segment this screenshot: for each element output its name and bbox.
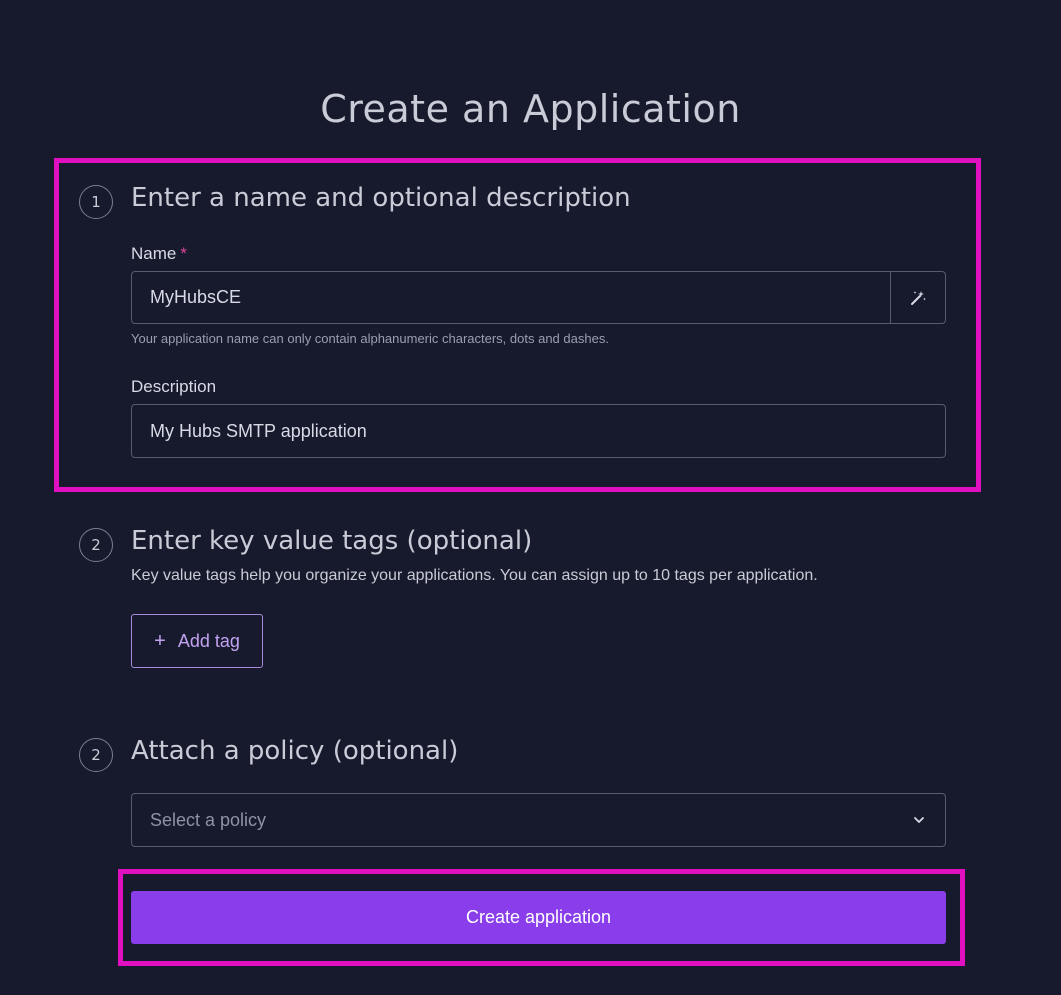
add-tag-label: Add tag <box>177 630 240 651</box>
description-input[interactable]: My Hubs SMTP application <box>131 404 946 458</box>
step1-number-badge: 1 <box>79 185 113 219</box>
chevron-down-icon <box>914 817 924 823</box>
description-field-label: Description <box>131 377 217 396</box>
step2-number-badge: 2 <box>79 528 113 562</box>
page-title: Create an Application <box>320 87 741 132</box>
step3-title: Attach a policy (optional) <box>131 736 459 766</box>
generate-name-button[interactable] <box>891 272 945 323</box>
policy-select-placeholder: Select a policy <box>150 809 267 830</box>
add-tag-button[interactable]: + Add tag <box>131 614 263 668</box>
name-label-text: Name <box>131 244 177 263</box>
name-input-value: MyHubsCE <box>150 287 242 307</box>
name-input[interactable]: MyHubsCE <box>131 271 946 324</box>
step1-title: Enter a name and optional description <box>131 183 631 213</box>
magic-wand-icon <box>911 290 926 305</box>
description-input-value: My Hubs SMTP application <box>150 420 367 441</box>
required-asterisk: * <box>180 244 187 263</box>
step2-description: Key value tags help you organize your ap… <box>131 567 818 584</box>
plus-icon: + <box>154 630 166 652</box>
policy-select[interactable]: Select a policy <box>131 793 946 847</box>
name-field-label: Name * <box>131 244 187 264</box>
step3-number-badge: 2 <box>79 738 113 772</box>
create-application-button[interactable]: Create application <box>131 891 946 944</box>
name-helper-text: Your application name can only contain a… <box>131 331 609 346</box>
step2-title: Enter key value tags (optional) <box>131 526 533 556</box>
